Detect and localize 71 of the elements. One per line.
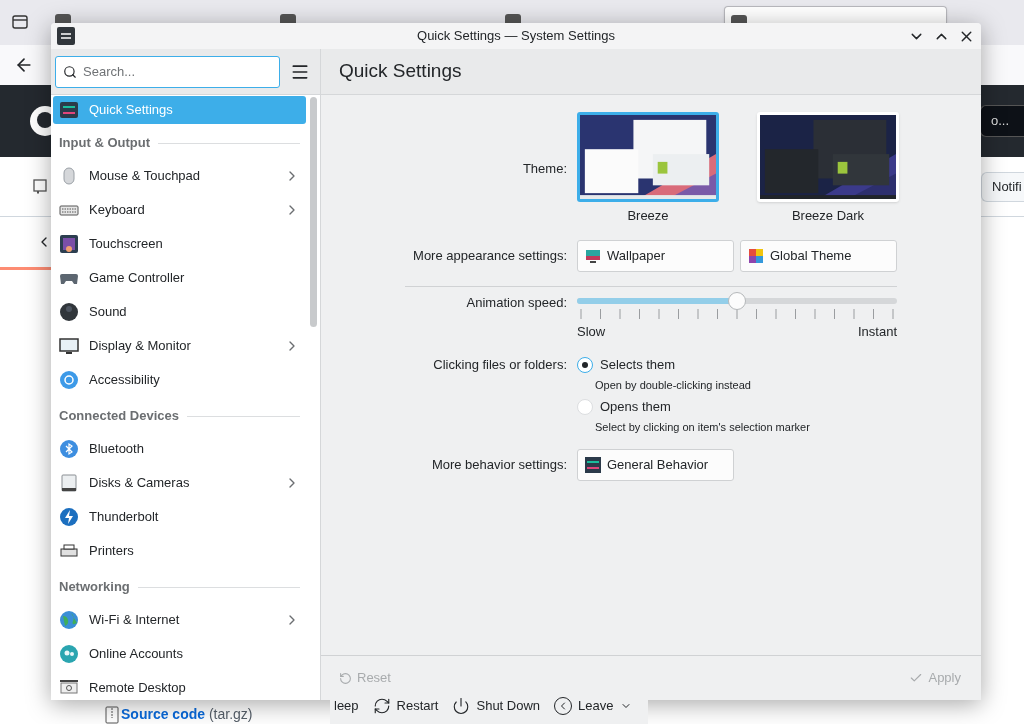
session-button[interactable]: Leave: [554, 696, 632, 716]
accounts-icon: [59, 644, 79, 664]
section-header: Connected Devices: [59, 407, 179, 426]
section-header: Networking: [59, 578, 130, 597]
page-title: Quick Settings: [339, 59, 462, 84]
slider-handle[interactable]: [728, 291, 746, 310]
repo-icon: [32, 178, 48, 195]
theme-name: Breeze: [627, 207, 669, 225]
radio-button[interactable]: [577, 356, 593, 373]
sidebar-item[interactable]: Game Controller: [53, 261, 306, 295]
sliders-icon: [585, 457, 601, 473]
theme-name: Breeze Dark: [791, 207, 865, 225]
sidebar-item[interactable]: Remote Desktop: [53, 671, 306, 700]
zip-file-icon: [105, 705, 119, 724]
check-icon: [909, 671, 924, 685]
scrollbar-thumb[interactable]: [309, 97, 317, 327]
sidebar-item[interactable]: Sound: [53, 295, 306, 329]
restart-icon: [372, 697, 391, 715]
section-header: Input & Output: [59, 134, 150, 153]
general-behavior-button[interactable]: General Behavior: [577, 449, 734, 481]
radio-hint: Open by double-clicking instead: [595, 377, 752, 393]
header-field[interactable]: o...: [980, 105, 1024, 137]
download-link[interactable]: Source code (tar.gz): [121, 704, 253, 724]
sidebar-item[interactable]: Printers: [53, 534, 306, 568]
settings-button[interactable]: Wallpaper: [577, 239, 734, 272]
globe-icon: [59, 610, 79, 630]
power-icon: [452, 697, 471, 715]
monitor-icon: [585, 247, 601, 264]
sidebar-item[interactable]: Touchscreen: [53, 227, 306, 261]
slider-max-label: Instant: [857, 322, 897, 341]
sidebar-item[interactable]: Mouse & Touchpad: [53, 159, 306, 193]
tab-favicon-icon: [505, 14, 521, 23]
tab-overview-icon[interactable]: [11, 13, 29, 31]
sliders-icon: [59, 100, 79, 120]
animation-label: Animation speed:: [465, 293, 567, 312]
search-field[interactable]: Search...: [55, 55, 280, 88]
sidebar-item[interactable]: Bluetooth: [53, 432, 306, 466]
touchscreen-icon: [59, 234, 79, 254]
session-button[interactable]: Shut Down: [452, 696, 541, 716]
speaker-icon: [59, 302, 79, 322]
sidebar-item[interactable]: Online Accounts: [53, 637, 306, 671]
theme-label: Theme:: [521, 160, 567, 178]
bluetooth-icon: [59, 439, 79, 459]
monitor-icon: [59, 336, 79, 356]
clicking-label: Clicking files or folders:: [432, 356, 567, 374]
window-title: Quick Settings — System Settings: [416, 27, 616, 46]
lightning-icon: [59, 507, 79, 527]
appearance-label: More appearance settings:: [412, 246, 567, 265]
radio-label: Opens them: [600, 398, 671, 416]
reset-icon: [339, 671, 352, 685]
sidebar-item[interactable]: Wi-Fi & Internet: [53, 603, 306, 637]
browser-tab[interactable]: [724, 6, 947, 23]
sidebar-item[interactable]: Accessibility: [53, 363, 306, 397]
notifications-button[interactable]: Notifi: [981, 171, 1024, 202]
radio-hint: Select by clicking on item's selection marker: [595, 419, 811, 435]
radio-label: Selects them: [600, 356, 676, 374]
sliders-icon: [57, 27, 75, 45]
sidebar-item[interactable]: Thunderbolt: [53, 500, 306, 534]
sidebar-item[interactable]: Display & Monitor: [53, 329, 306, 363]
accessibility-icon: [59, 370, 79, 390]
slider-min-label: Slow: [577, 322, 606, 341]
search-icon: [63, 64, 77, 79]
palette-icon: [748, 247, 764, 264]
tab-favicon-icon: [280, 14, 296, 23]
session-button[interactable]: leep: [334, 696, 359, 716]
settings-button[interactable]: Global Theme: [740, 239, 897, 272]
tab-favicon-icon: [55, 14, 71, 23]
sidebar-item[interactable]: Keyboard: [53, 193, 306, 227]
session-button[interactable]: Restart: [372, 696, 439, 716]
behavior-label: More behavior settings:: [430, 456, 567, 475]
sidebar-item[interactable]: Disks & Cameras: [53, 466, 306, 500]
